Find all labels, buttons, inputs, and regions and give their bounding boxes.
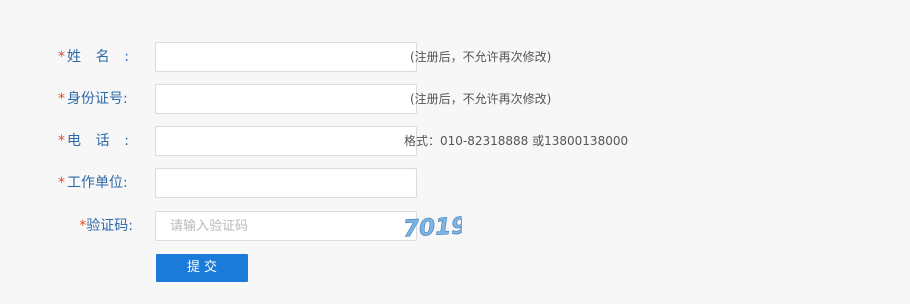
id-number-hint: (注册后，不允许再次修改) xyxy=(410,92,552,106)
phone-label: * 电话: xyxy=(58,133,129,149)
required-mark: * xyxy=(58,91,65,107)
name-label: * 姓名: xyxy=(58,49,129,65)
id-number-input[interactable] xyxy=(155,84,417,114)
submit-button[interactable]: 提交 xyxy=(156,254,248,282)
required-mark: * xyxy=(58,49,65,65)
id-number-row: * 身份证号: (注册后，不允许再次修改) xyxy=(0,84,910,114)
phone-format-hint: 格式：010-82318888 或13800138000 xyxy=(404,134,629,148)
captcha-input[interactable] xyxy=(155,211,417,241)
captcha-text: 7019 xyxy=(402,213,462,241)
required-mark: * xyxy=(58,133,65,149)
phone-row: * 电话: 格式：010-82318888 或13800138000 xyxy=(0,126,910,156)
captcha-label: *验证码: xyxy=(79,218,133,234)
name-row: * 姓名: (注册后，不允许再次修改) xyxy=(0,42,910,72)
captcha-image[interactable]: 7019 xyxy=(400,211,462,241)
required-mark: * xyxy=(58,175,65,191)
phone-input[interactable] xyxy=(155,126,417,156)
name-input[interactable] xyxy=(155,42,417,72)
work-unit-row: * 工作单位: xyxy=(0,168,910,198)
name-hint: (注册后，不允许再次修改) xyxy=(410,50,552,64)
id-number-label: * 身份证号: xyxy=(58,91,128,107)
work-unit-input[interactable] xyxy=(155,168,417,198)
captcha-row: *验证码: 7019 xyxy=(0,211,910,241)
work-unit-label: * 工作单位: xyxy=(58,175,128,191)
